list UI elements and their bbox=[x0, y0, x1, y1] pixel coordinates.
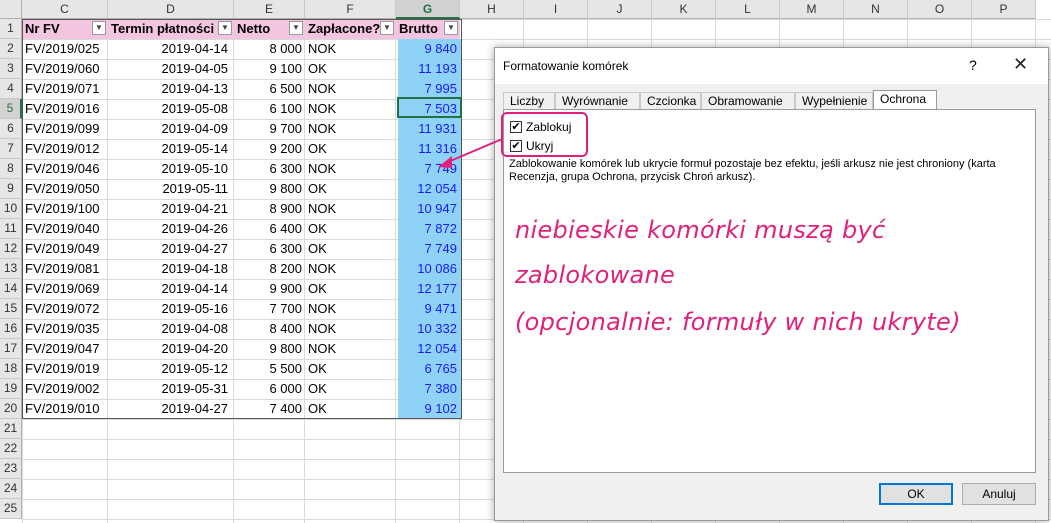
annotation-line-1: niebieskie komórki muszą być bbox=[515, 216, 886, 244]
annotation-line-3: (opcjonalnie: formuły w nich ukryte) bbox=[515, 308, 961, 336]
annotation-line-2: zablokowane bbox=[515, 261, 676, 289]
